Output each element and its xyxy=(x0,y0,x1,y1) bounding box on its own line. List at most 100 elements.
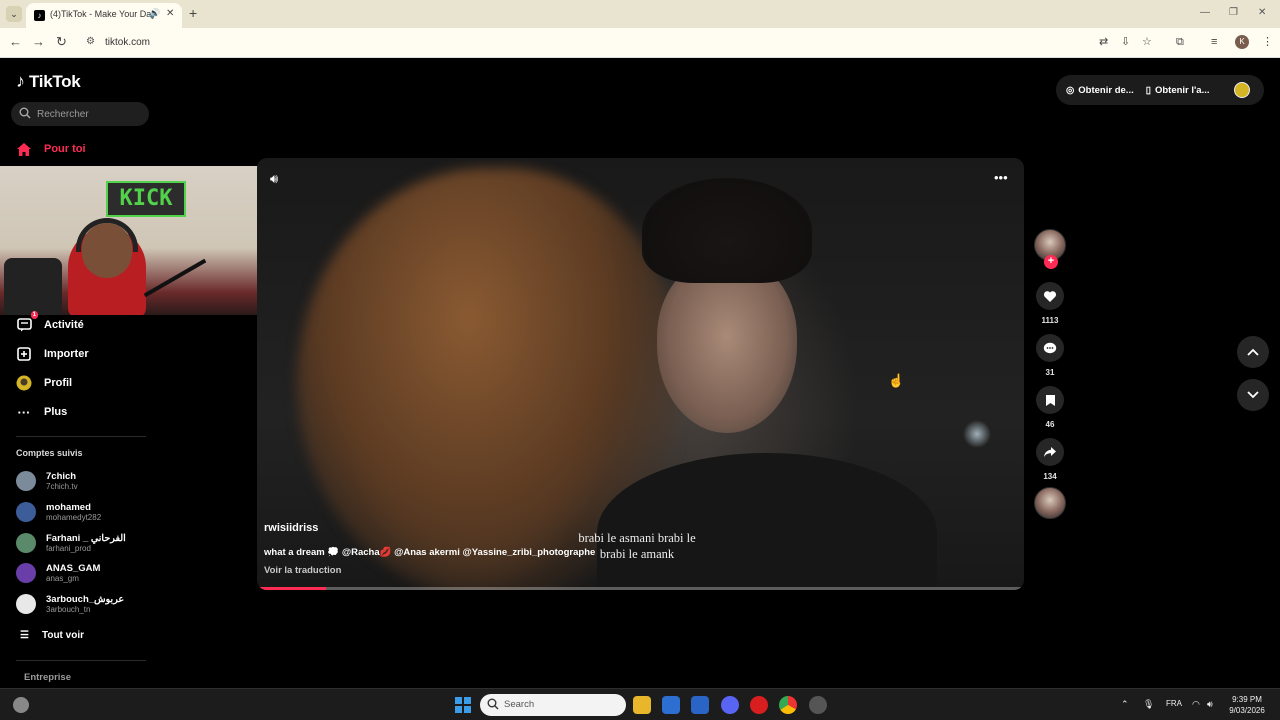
nav-activity[interactable]: 1 Activité xyxy=(16,311,84,333)
tray-chevron-icon[interactable]: ⌃ xyxy=(1121,699,1129,710)
browser-tab[interactable]: ♪ (4)TikTok - Make Your Day 🔊 ✕ xyxy=(26,3,182,28)
chrome-icon[interactable] xyxy=(779,696,797,714)
subtitle-line: brabi le asmani brabi le xyxy=(578,531,696,545)
translate-icon[interactable]: ⇄ xyxy=(1099,35,1108,49)
close-window-icon[interactable]: ✕ xyxy=(1258,7,1266,18)
share-button[interactable] xyxy=(1036,438,1064,466)
nav-label: Activité xyxy=(44,319,84,331)
followed-account[interactable]: 3arbouch_عربوش 3arbouch_tn xyxy=(16,594,124,614)
headset xyxy=(76,218,138,252)
get-app-button[interactable]: ▯ Obtenir l'a... xyxy=(1146,85,1210,96)
follow-plus-button[interactable]: + xyxy=(1044,255,1058,269)
followed-account[interactable]: ANAS_GAM anas_gm xyxy=(16,563,100,583)
language-indicator[interactable]: FRA xyxy=(1166,699,1182,708)
search-icon xyxy=(19,107,31,119)
media-icon[interactable]: ≡ xyxy=(1211,35,1217,49)
heart-icon xyxy=(1043,290,1057,302)
menu-dots-icon[interactable]: ⋮ xyxy=(1262,35,1273,49)
back-icon[interactable]: ← xyxy=(9,35,22,49)
microphone-icon[interactable]: 🎙︎ xyxy=(1143,699,1154,710)
divider xyxy=(16,436,146,437)
taskbar-clock[interactable]: 9:39 PM 9/03/2026 xyxy=(1224,694,1270,716)
share-count: 134 xyxy=(1043,472,1057,481)
comment-button[interactable] xyxy=(1036,334,1064,362)
browser-tabbar: ⌄ ♪ (4)TikTok - Make Your Day 🔊 ✕ + — ❐ … xyxy=(0,0,1280,28)
store-icon[interactable] xyxy=(662,696,680,714)
windows-taskbar: Search ⌃ 🎙︎ FRA ◠ 🔊︎ 9:39 PM 9/03/2026 xyxy=(0,688,1280,720)
volume-icon[interactable]: 🔊︎ xyxy=(270,172,278,186)
browser-profile-avatar[interactable]: K xyxy=(1235,35,1249,49)
get-coins-label: Obtenir de... xyxy=(1078,84,1134,96)
see-all-button[interactable]: ☰ Tout voir xyxy=(20,630,84,641)
url-field[interactable]: ⚙ tiktok.com xyxy=(78,32,1088,54)
webcam-overlay: KICK xyxy=(0,166,263,315)
nav-upload[interactable]: Importer xyxy=(16,346,89,362)
install-app-icon[interactable]: ⇩ xyxy=(1121,35,1130,49)
video-progress-bar[interactable] xyxy=(257,587,1024,590)
divider xyxy=(16,660,146,661)
subtitle-line: brabi le amank xyxy=(599,547,675,561)
phone-icon: ▯ xyxy=(1145,84,1151,96)
wifi-icon[interactable]: ◠ xyxy=(1192,699,1200,710)
logo-text: TikTok xyxy=(29,71,81,91)
more-options-icon[interactable]: ••• xyxy=(994,171,1008,185)
see-translation-link[interactable]: Voir la traduction xyxy=(264,565,341,576)
close-tab-icon[interactable]: ✕ xyxy=(166,8,174,19)
account-avatar xyxy=(16,594,36,614)
nav-label: Plus xyxy=(44,406,68,418)
reload-icon[interactable]: ↻ xyxy=(56,35,67,49)
nav-for-you[interactable]: Pour toi xyxy=(16,141,86,157)
caption-mentions[interactable]: @Racha💋 @Anas akermi @Yassine_zribi_phot… xyxy=(342,547,595,558)
mail-icon[interactable] xyxy=(691,696,709,714)
activity-badge: 1 xyxy=(30,311,38,319)
followed-account[interactable]: mohamed mohamedyt282 xyxy=(16,502,101,522)
widgets-icon[interactable] xyxy=(13,697,29,713)
caption-text: what a dream 💭 xyxy=(264,547,340,558)
followed-account[interactable]: Farhani _ الفرحاني farhani_prod xyxy=(16,533,126,553)
taskbar-search[interactable]: Search xyxy=(480,694,626,716)
tab-search-button[interactable]: ⌄ xyxy=(6,6,22,22)
account-name: Farhani _ الفرحاني xyxy=(46,533,126,544)
user-avatar[interactable] xyxy=(1234,82,1250,98)
volume-tray-icon[interactable]: 🔊︎ xyxy=(1207,699,1213,710)
account-handle: mohamedyt282 xyxy=(46,513,102,522)
video-author[interactable]: rwisiidriss xyxy=(264,522,318,534)
site-info-icon[interactable]: ⚙ xyxy=(86,36,95,47)
bookmark-button[interactable] xyxy=(1036,386,1064,414)
footer-link-business[interactable]: Entreprise xyxy=(24,672,71,683)
video-caption: what a dream 💭 @Racha💋 @Anas akermi @Yas… xyxy=(264,547,595,558)
account-handle: farhani_prod xyxy=(46,544,91,553)
search-input[interactable] xyxy=(37,106,141,122)
speaker-icon[interactable]: 🔊 xyxy=(149,8,160,19)
nav-more[interactable]: ··· Plus xyxy=(16,404,68,420)
inbox-icon: 1 xyxy=(16,311,38,333)
hand-cursor-icon: ☝ xyxy=(888,373,905,388)
address-bar: ← → ↻ ⚙ tiktok.com ⇄ ⇩ ☆ ⧉ ≡ ⋮ xyxy=(0,28,1280,58)
account-handle: 7chich.tv xyxy=(46,482,78,491)
like-button[interactable] xyxy=(1036,282,1064,310)
app-icon[interactable] xyxy=(809,696,827,714)
nav-profile[interactable]: Profil xyxy=(16,375,72,391)
opera-icon[interactable] xyxy=(750,696,768,714)
previous-video-button[interactable] xyxy=(1237,336,1269,368)
bookmark-star-icon[interactable]: ☆ xyxy=(1142,35,1152,49)
clock-time: 9:39 PM xyxy=(1232,695,1262,704)
upload-icon xyxy=(16,346,32,362)
followed-account[interactable]: 7chich 7chich.tv xyxy=(16,471,78,491)
forward-icon[interactable]: → xyxy=(32,35,45,49)
discord-icon[interactable] xyxy=(721,696,739,714)
new-tab-button[interactable]: + xyxy=(189,6,197,20)
get-coins-button[interactable]: ◎ Obtenir de... xyxy=(1066,85,1134,96)
file-explorer-icon[interactable] xyxy=(633,696,651,714)
search-box[interactable] xyxy=(11,102,149,126)
extensions-icon[interactable]: ⧉ xyxy=(1176,35,1184,49)
video-player[interactable]: 🔊︎ ••• rwisiidriss what a dream 💭 @Racha… xyxy=(257,158,1024,590)
restore-icon[interactable]: ❐ xyxy=(1229,7,1238,18)
video-progress-fill xyxy=(257,587,327,590)
tiktok-logo[interactable]: ♪ TikTok xyxy=(16,71,81,92)
sound-avatar[interactable] xyxy=(1034,487,1066,519)
windows-start-icon[interactable] xyxy=(455,697,471,713)
minimize-icon[interactable]: — xyxy=(1200,7,1210,18)
next-video-button[interactable] xyxy=(1237,379,1269,411)
more-icon: ··· xyxy=(17,404,31,420)
